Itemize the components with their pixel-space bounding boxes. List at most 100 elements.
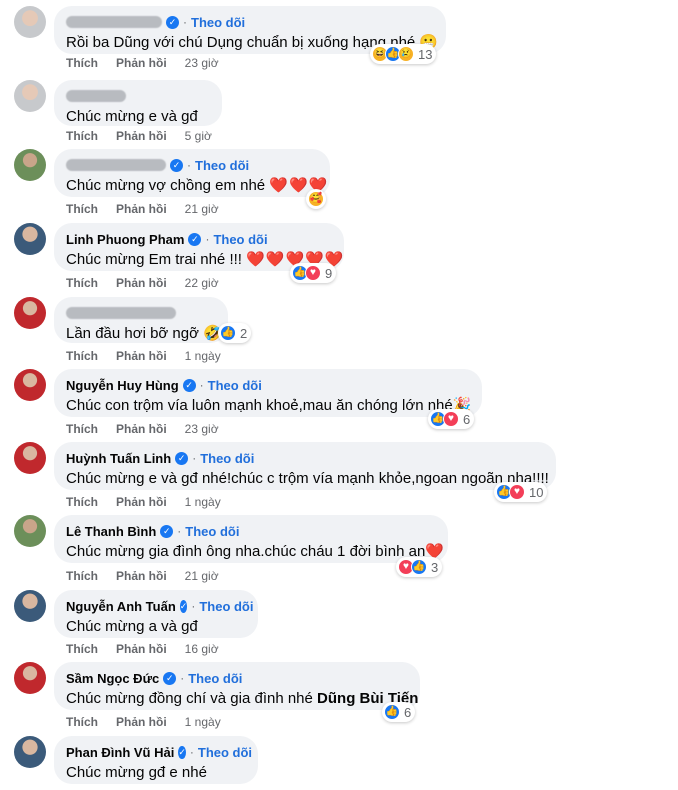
reaction-summary[interactable]: 👍 2	[218, 323, 252, 343]
like-icon: 👍	[411, 559, 427, 575]
timestamp[interactable]: 23 giờ	[185, 56, 219, 70]
like-button[interactable]: Thích	[66, 56, 98, 70]
reaction-summary[interactable]: 🥰	[306, 189, 326, 209]
timestamp[interactable]: 16 giờ	[185, 642, 219, 656]
comment-text: Chúc mừng a và gđ	[66, 618, 198, 635]
care-icon: 🥰	[308, 191, 324, 207]
comment-actions: Thích Phản hồi 22 giờ	[66, 276, 219, 290]
avatar[interactable]	[14, 369, 46, 401]
reply-button[interactable]: Phản hồi	[116, 495, 167, 509]
follow-button[interactable]: Theo dõi	[185, 524, 239, 539]
sad-icon: 😢	[398, 46, 414, 62]
commenter-name[interactable]: Phan Đình Vũ Hải	[66, 745, 174, 760]
commenter-name[interactable]	[66, 307, 176, 319]
reaction-summary[interactable]: ♥ 👍 3	[396, 557, 443, 577]
avatar[interactable]	[14, 662, 46, 694]
like-button[interactable]: Thích	[66, 276, 98, 290]
reaction-count: 9	[325, 265, 333, 281]
comment-bubble: Nguyễn Anh Tuấn ✓ · Theo dõi Chúc mừng a…	[54, 590, 258, 638]
reaction-summary[interactable]: 👍 ♥ 6	[428, 409, 475, 429]
like-button[interactable]: Thích	[66, 642, 98, 656]
reply-button[interactable]: Phản hồi	[116, 569, 167, 583]
verified-icon: ✓	[163, 671, 177, 685]
separator-dot: ·	[183, 15, 187, 29]
separator-dot: ·	[205, 232, 210, 246]
comment-actions: Thích Phản hồi 5 giờ	[66, 129, 212, 143]
timestamp[interactable]: 5 giờ	[185, 129, 212, 143]
avatar[interactable]	[14, 223, 46, 255]
like-button[interactable]: Thích	[66, 129, 98, 143]
avatar[interactable]	[14, 149, 46, 181]
follow-button[interactable]: Theo dõi	[208, 378, 262, 393]
timestamp[interactable]: 21 giờ	[185, 569, 219, 583]
reaction-count: 3	[431, 559, 439, 575]
timestamp[interactable]: 21 giờ	[185, 202, 219, 216]
commenter-name[interactable]	[66, 90, 126, 102]
reply-button[interactable]: Phản hồi	[116, 276, 167, 290]
reaction-summary[interactable]: 👍 ♥ 10	[494, 482, 548, 502]
separator-dot: ·	[187, 158, 191, 172]
reply-button[interactable]: Phản hồi	[116, 715, 167, 729]
commenter-name[interactable]: Nguyễn Huy Hùng	[66, 378, 179, 393]
follow-button[interactable]: Theo dõi	[200, 451, 254, 466]
avatar[interactable]	[14, 297, 46, 329]
timestamp[interactable]: 1 ngày	[185, 349, 221, 363]
verified-icon: ✓	[170, 158, 183, 172]
like-button[interactable]: Thích	[66, 349, 98, 363]
comment-bubble: Lê Thanh Bình ✓ · Theo dõi Chúc mừng gia…	[54, 515, 448, 563]
like-button[interactable]: Thích	[66, 495, 98, 509]
follow-button[interactable]: Theo dõi	[198, 745, 252, 760]
love-icon: ♥	[509, 484, 525, 500]
comment-bubble: Lần đầu hơi bỡ ngỡ 🤣	[54, 297, 228, 343]
timestamp[interactable]: 1 ngày	[185, 495, 221, 509]
reply-button[interactable]: Phản hồi	[116, 422, 167, 436]
timestamp[interactable]: 22 giờ	[185, 276, 219, 290]
verified-icon: ✓	[188, 232, 202, 246]
commenter-name[interactable]: Linh Phuong Pham	[66, 232, 184, 247]
reply-button[interactable]: Phản hồi	[116, 202, 167, 216]
comment-text: Chúc mừng gia đình ông nha.chúc cháu 1 đ…	[66, 543, 445, 560]
reaction-summary[interactable]: 👍 ♥ 9	[290, 263, 337, 283]
reply-button[interactable]: Phản hồi	[116, 642, 167, 656]
follow-button[interactable]: Theo dõi	[191, 15, 245, 30]
reply-button[interactable]: Phản hồi	[116, 349, 167, 363]
comment-text: Chúc mừng vợ chồng em nhé ❤️❤️❤️	[66, 177, 329, 194]
comment-bubble: Sầm Ngọc Đức ✓ · Theo dõi Chúc mừng đồng…	[54, 662, 420, 710]
avatar[interactable]	[14, 515, 46, 547]
avatar[interactable]	[14, 442, 46, 474]
commenter-name[interactable]	[66, 159, 166, 171]
verified-icon: ✓	[178, 745, 186, 759]
commenter-name[interactable]	[66, 16, 162, 28]
love-icon: ♥	[305, 265, 321, 281]
reaction-summary[interactable]: 👍 6	[382, 702, 416, 722]
commenter-name[interactable]: Sầm Ngọc Đức	[66, 671, 159, 686]
follow-button[interactable]: Theo dõi	[188, 671, 242, 686]
like-button[interactable]: Thích	[66, 422, 98, 436]
verified-icon: ✓	[179, 599, 188, 613]
reply-button[interactable]: Phản hồi	[116, 129, 167, 143]
avatar[interactable]	[14, 736, 46, 768]
like-button[interactable]: Thích	[66, 202, 98, 216]
follow-button[interactable]: Theo dõi	[199, 599, 253, 614]
separator-dot: ·	[191, 599, 196, 613]
timestamp[interactable]: 23 giờ	[185, 422, 219, 436]
commenter-name[interactable]: Lê Thanh Bình	[66, 524, 156, 539]
reply-button[interactable]: Phản hồi	[116, 56, 167, 70]
comment-text: Chúc mừng đồng chí và gia đình nhé Dũng …	[66, 690, 419, 707]
comment-text: Chúc con trộm vía luôn mạnh khoẻ,mau ăn …	[66, 397, 472, 414]
avatar[interactable]	[14, 6, 46, 38]
like-button[interactable]: Thích	[66, 569, 98, 583]
commenter-name[interactable]: Huỳnh Tuấn Linh	[66, 451, 171, 466]
timestamp[interactable]: 1 ngày	[185, 715, 221, 729]
comment-bubble: Nguyễn Huy Hùng ✓ · Theo dõi Chúc con tr…	[54, 369, 482, 417]
reaction-summary[interactable]: 😆 👍 😢 13	[370, 44, 437, 64]
avatar[interactable]	[14, 590, 46, 622]
comment-actions: Thích Phản hồi 16 giờ	[66, 642, 219, 656]
verified-icon: ✓	[175, 451, 189, 465]
follow-button[interactable]: Theo dõi	[195, 158, 249, 173]
comment-bubble: Chúc mừng e và gđ	[54, 80, 222, 126]
commenter-name[interactable]: Nguyễn Anh Tuấn	[66, 599, 176, 614]
avatar[interactable]	[14, 80, 46, 112]
follow-button[interactable]: Theo dõi	[213, 232, 267, 247]
like-button[interactable]: Thích	[66, 715, 98, 729]
